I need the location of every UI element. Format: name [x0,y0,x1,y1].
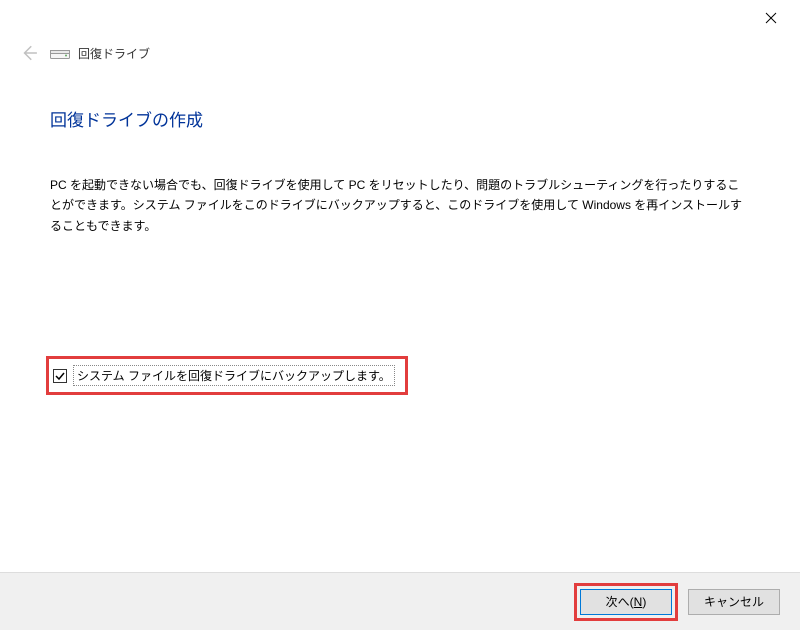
next-label-prefix: 次へ( [606,595,634,609]
backup-checkbox-label[interactable]: システム ファイルを回復ドライブにバックアップします。 [73,365,395,386]
cancel-button[interactable]: キャンセル [688,589,780,615]
drive-icon [50,46,70,60]
checkmark-icon [55,371,65,381]
titlebar [0,0,800,36]
close-button[interactable] [756,6,786,30]
backup-checkbox-highlight: システム ファイルを回復ドライブにバックアップします。 [46,356,408,395]
next-button-highlight: 次へ(N) [574,583,678,621]
header-title: 回復ドライブ [78,45,150,62]
close-icon [765,12,777,24]
next-label-suffix: ) [642,595,646,609]
footer: 次へ(N) キャンセル [0,572,800,630]
back-button[interactable] [18,42,40,64]
back-arrow-icon [20,44,38,62]
page-title: 回復ドライブの作成 [50,106,750,131]
backup-checkbox[interactable] [53,369,67,383]
description-text: PC を起動できない場合でも、回復ドライブを使用して PC をリセットしたり、問… [50,175,750,236]
content-area: 回復ドライブの作成 PC を起動できない場合でも、回復ドライブを使用して PC … [0,78,800,395]
next-button[interactable]: 次へ(N) [580,589,672,615]
header-row: 回復ドライブ [0,36,800,78]
